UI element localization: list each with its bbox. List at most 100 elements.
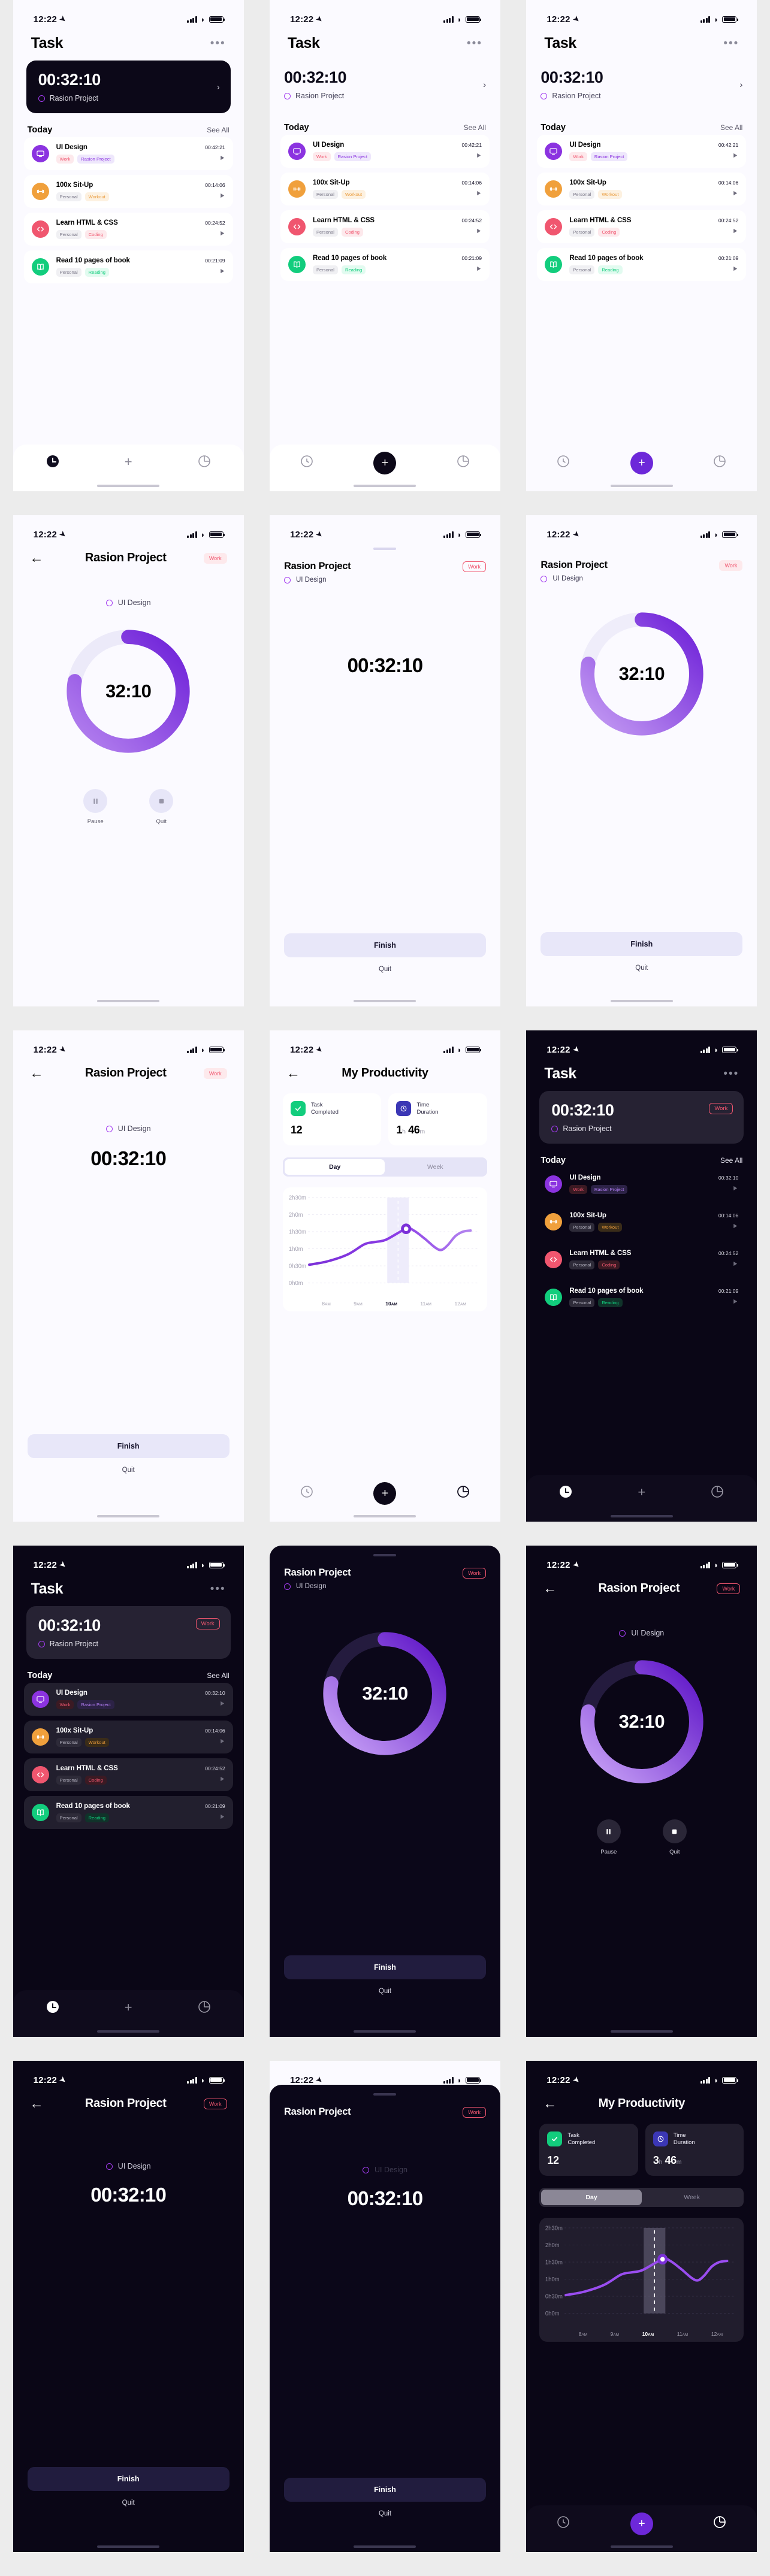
finish-button[interactable]: Finish (283, 2478, 486, 2502)
stop-icon[interactable] (662, 1819, 687, 1843)
active-timer-card[interactable]: 00:32:10 Rasion Project Work (539, 1091, 744, 1144)
back-arrow-icon[interactable]: ← (30, 551, 48, 565)
play-icon[interactable] (718, 1223, 738, 1231)
tab-day[interactable]: Day (284, 1159, 385, 1175)
pause-icon[interactable] (596, 1819, 621, 1843)
play-icon[interactable] (205, 155, 225, 163)
back-arrow-icon[interactable]: ← (543, 2097, 561, 2111)
more-options-icon[interactable]: ••• (210, 37, 226, 49)
table-row[interactable]: UI Design Work Rasion Project 00:42:21 (280, 135, 490, 168)
more-options-icon[interactable]: ••• (723, 1068, 739, 1080)
play-icon[interactable] (205, 268, 225, 276)
back-arrow-icon[interactable]: ← (286, 1066, 304, 1080)
nav-stats-icon[interactable] (197, 454, 212, 468)
play-icon[interactable] (205, 1813, 225, 1822)
nav-timer-icon[interactable] (558, 1484, 573, 1499)
table-row[interactable]: 100x Sit-Up Personal Workout 00:14:06 (23, 1721, 233, 1753)
pause-icon[interactable] (83, 789, 108, 813)
play-icon[interactable] (205, 1738, 225, 1746)
table-row[interactable]: Learn HTML & CSS Personal Coding 00:24:52 (23, 213, 233, 246)
quit-control[interactable]: Quit (149, 789, 174, 825)
table-row[interactable]: Learn HTML & CSS Personal Coding 00:24:52 (23, 1758, 233, 1791)
table-row[interactable]: UI Design Work Rasion Project 00:42:21 (537, 135, 747, 168)
table-row[interactable]: 100x Sit-Up Personal Workout 00:14:06 (23, 175, 233, 208)
drag-handle[interactable] (373, 548, 397, 550)
pause-control[interactable]: Pause (596, 1819, 621, 1855)
play-icon[interactable] (718, 152, 738, 161)
table-row[interactable]: Read 10 pages of book Personal Reading 00:2… (537, 248, 747, 281)
quit-link[interactable]: Quit (526, 965, 757, 972)
nav-add-icon[interactable]: + (638, 1484, 645, 1500)
more-options-icon[interactable]: ••• (723, 37, 739, 49)
quit-link[interactable]: Quit (270, 2510, 500, 2517)
play-icon[interactable] (718, 1185, 738, 1193)
play-icon[interactable] (462, 152, 482, 161)
back-arrow-icon[interactable]: ← (30, 1066, 48, 1080)
nav-add-icon[interactable]: + (125, 454, 132, 470)
tab-day[interactable]: Day (541, 2190, 642, 2205)
drag-handle[interactable] (373, 2093, 397, 2096)
nav-timer-icon[interactable] (46, 2000, 60, 2014)
back-arrow-icon[interactable]: ← (543, 1582, 561, 1595)
pause-control[interactable]: Pause (83, 789, 108, 825)
nav-add-fab[interactable]: + (373, 452, 397, 474)
play-icon[interactable] (718, 1298, 738, 1307)
see-all-link[interactable]: See All (720, 123, 742, 132)
chevron-right-icon[interactable]: › (740, 80, 743, 89)
table-row[interactable]: Learn HTML & CSS Personal Coding 00:24:52 (537, 1243, 746, 1276)
table-row[interactable]: 100x Sit-Up Personal Workout 00:14:06 (537, 1205, 746, 1238)
finish-button[interactable]: Finish (283, 933, 486, 957)
nav-stats-icon[interactable] (710, 1484, 724, 1499)
tab-week[interactable]: Week (385, 1159, 485, 1175)
nav-timer-icon[interactable] (300, 454, 314, 468)
play-icon[interactable] (718, 190, 738, 198)
nav-timer-icon[interactable] (556, 2515, 570, 2529)
nav-add-fab[interactable]: + (373, 1482, 397, 1505)
back-arrow-icon[interactable]: ← (30, 2097, 48, 2111)
finish-button[interactable]: Finish (27, 1434, 230, 1458)
table-row[interactable]: UI Design Work Rasion Project 00:32:10 (537, 1168, 746, 1201)
play-icon[interactable] (718, 228, 738, 236)
more-options-icon[interactable]: ••• (210, 1583, 226, 1595)
tab-week[interactable]: Week (642, 2190, 742, 2205)
table-row[interactable]: UI Design Work Rasion Project 00:32:10 (23, 1683, 233, 1716)
chevron-right-icon[interactable]: › (483, 80, 486, 89)
play-icon[interactable] (462, 190, 482, 198)
nav-stats-icon[interactable] (712, 2515, 727, 2529)
play-icon[interactable] (718, 1260, 738, 1269)
finish-button[interactable]: Finish (27, 2467, 230, 2491)
table-row[interactable]: Learn HTML & CSS Personal Coding 00:24:52 (280, 210, 490, 243)
active-timer-card[interactable]: 00:32:10 Rasion Project Work (26, 1606, 231, 1659)
play-icon[interactable] (205, 1776, 225, 1784)
play-icon[interactable] (205, 192, 225, 201)
quit-link[interactable]: Quit (13, 2499, 244, 2507)
stop-icon[interactable] (149, 789, 174, 813)
play-icon[interactable] (718, 265, 738, 274)
table-row[interactable]: Read 10 pages of book Personal Reading 00:2… (280, 248, 490, 281)
active-timer-card[interactable]: 00:32:10 Rasion Project › (283, 58, 486, 111)
nav-timer-icon[interactable] (556, 454, 570, 468)
see-all-link[interactable]: See All (720, 1156, 742, 1165)
table-row[interactable]: Learn HTML & CSS Personal Coding 00:24:52 (537, 210, 747, 243)
nav-stats-icon[interactable] (456, 454, 470, 468)
see-all-link[interactable]: See All (207, 1671, 229, 1680)
table-row[interactable]: Read 10 pages of book Personal Reading 00:2… (23, 250, 233, 283)
play-icon[interactable] (205, 1700, 225, 1709)
finish-button[interactable]: Finish (540, 932, 743, 956)
quit-link[interactable]: Quit (270, 1988, 500, 1995)
quit-control[interactable]: Quit (662, 1819, 687, 1855)
table-row[interactable]: 100x Sit-Up Personal Workout 00:14:06 (280, 173, 490, 205)
nav-timer-icon[interactable] (300, 1484, 314, 1499)
nav-stats-icon[interactable] (712, 454, 727, 468)
active-timer-card[interactable]: 00:32:10 Rasion Project › (540, 58, 743, 111)
see-all-link[interactable]: See All (207, 126, 229, 134)
quit-link[interactable]: Quit (13, 1467, 244, 1474)
play-icon[interactable] (462, 265, 482, 274)
chevron-right-icon[interactable]: › (217, 82, 220, 92)
nav-stats-icon[interactable] (456, 1484, 470, 1499)
drag-handle[interactable] (373, 1554, 397, 1556)
table-row[interactable]: Read 10 pages of book Personal Reading 00:2… (23, 1796, 233, 1829)
table-row[interactable]: 100x Sit-Up Personal Workout 00:14:06 (537, 173, 747, 205)
nav-add-icon[interactable]: + (125, 2000, 132, 2015)
nav-stats-icon[interactable] (197, 2000, 212, 2014)
